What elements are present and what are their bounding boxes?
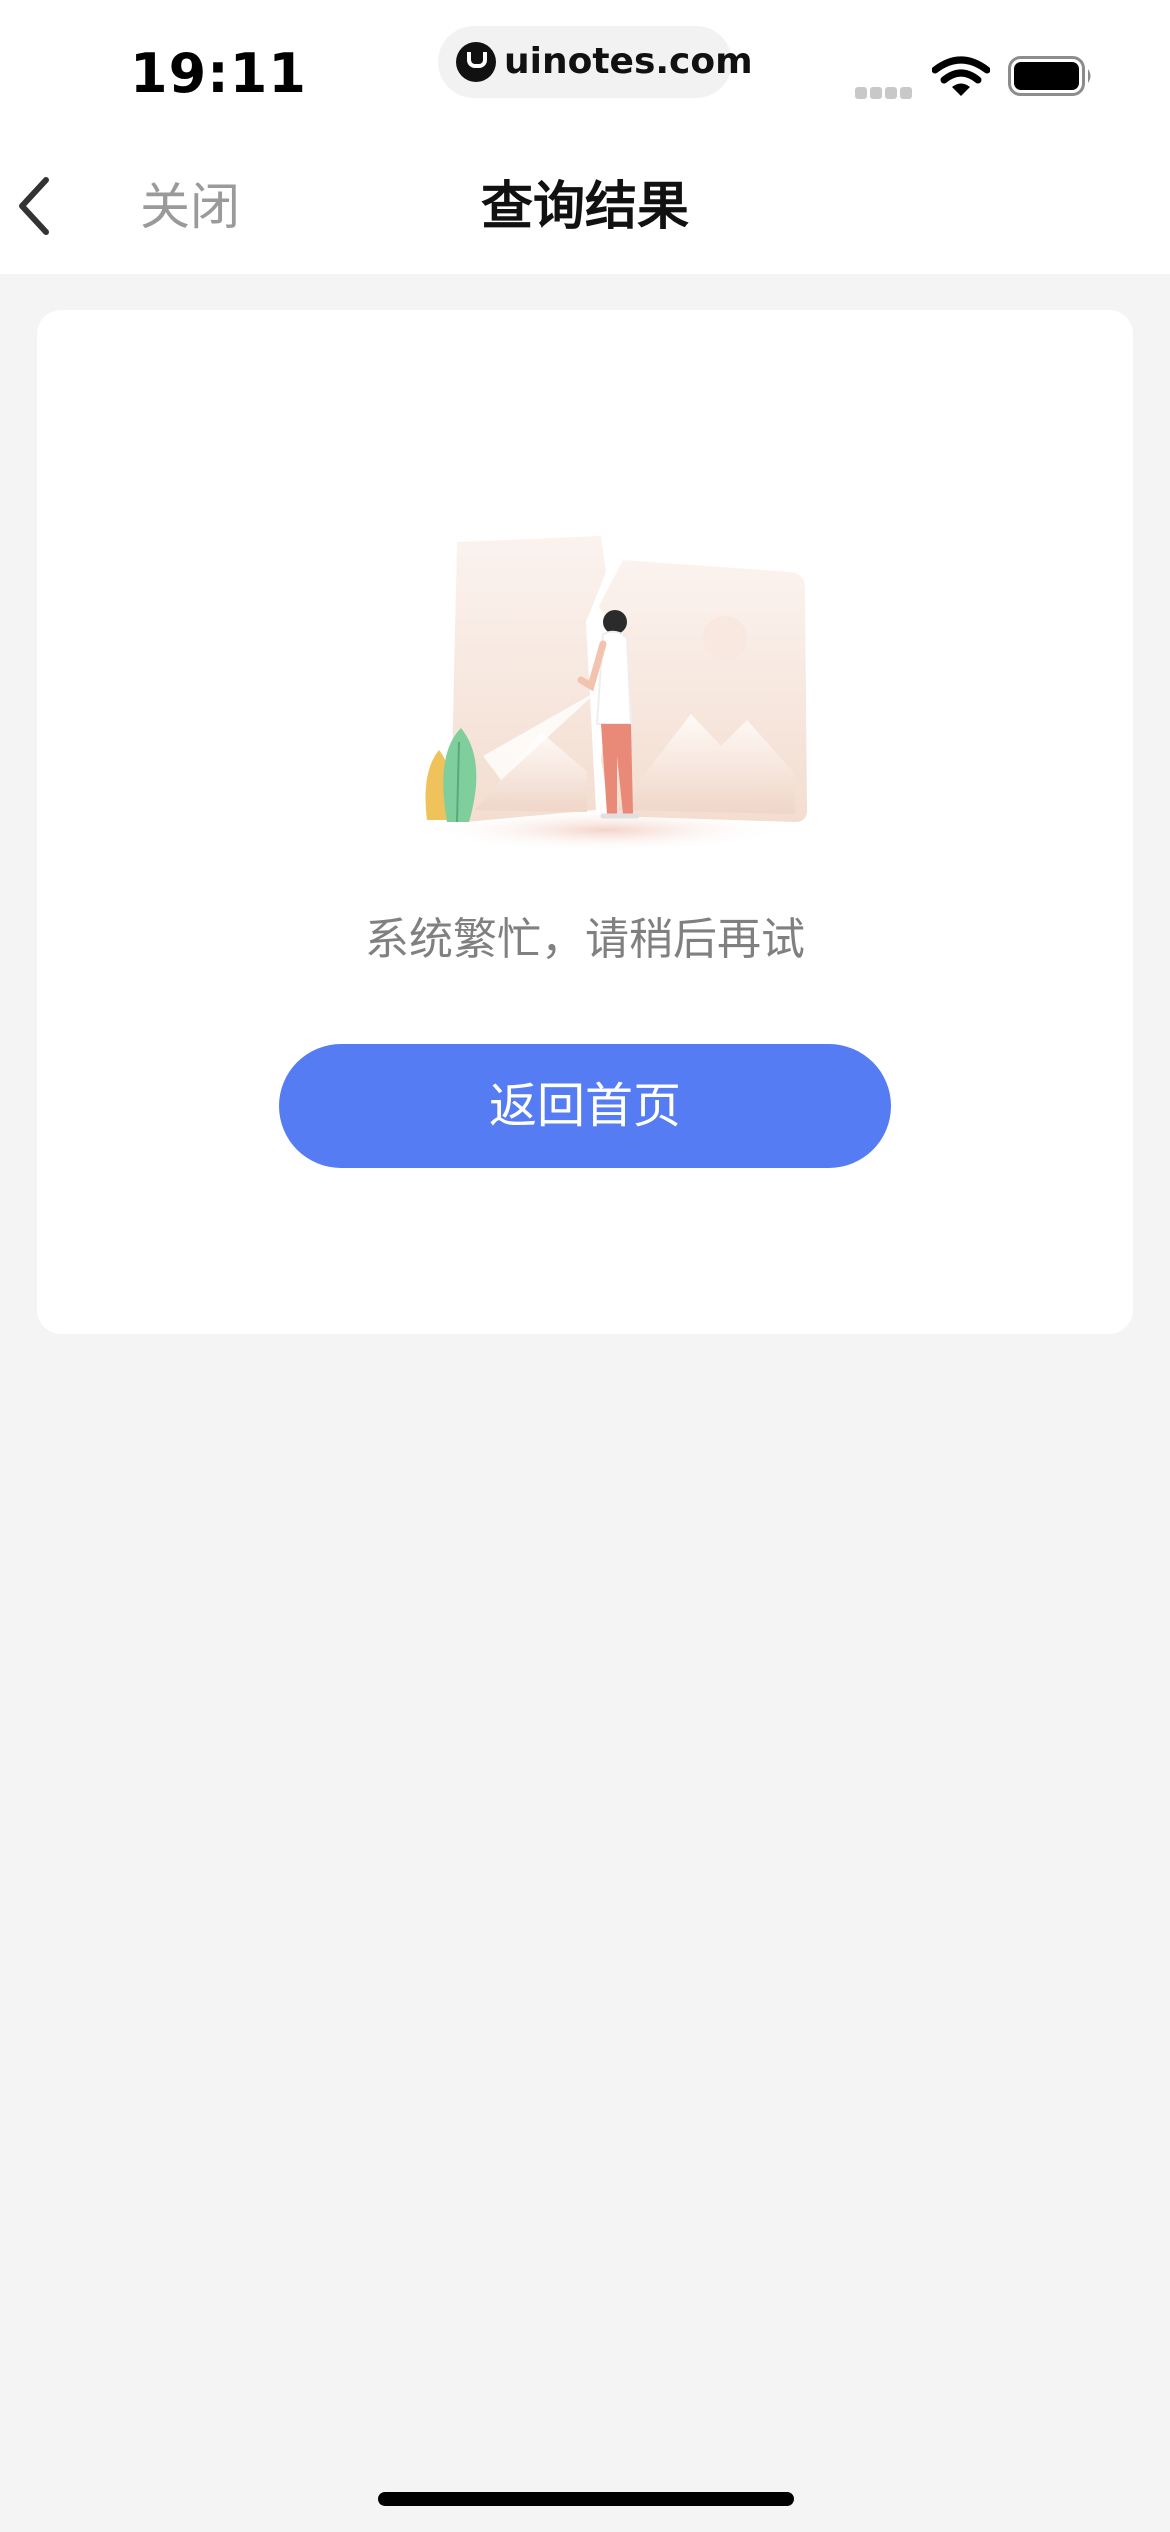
status-bar: 19:11 uinotes.com <box>0 0 1170 140</box>
result-card: 系统繁忙，请稍后再试 返回首页 <box>37 310 1133 1334</box>
broken-picture-illustration <box>425 536 807 852</box>
return-home-button[interactable]: 返回首页 <box>279 1044 891 1168</box>
battery-icon <box>1008 56 1091 96</box>
site-logo-icon <box>456 42 496 82</box>
error-message: 系统繁忙，请稍后再试 <box>365 914 805 965</box>
nav-bar: 关闭 查询结果 <box>0 140 1170 274</box>
home-indicator[interactable] <box>378 2492 794 2506</box>
url-pill[interactable]: uinotes.com <box>438 26 753 98</box>
wifi-icon <box>932 56 990 96</box>
cellular-signal-icon <box>855 84 915 99</box>
page-title: 查询结果 <box>480 177 689 237</box>
status-time: 19:11 <box>130 42 307 105</box>
url-text: uinotes.com <box>504 41 753 82</box>
